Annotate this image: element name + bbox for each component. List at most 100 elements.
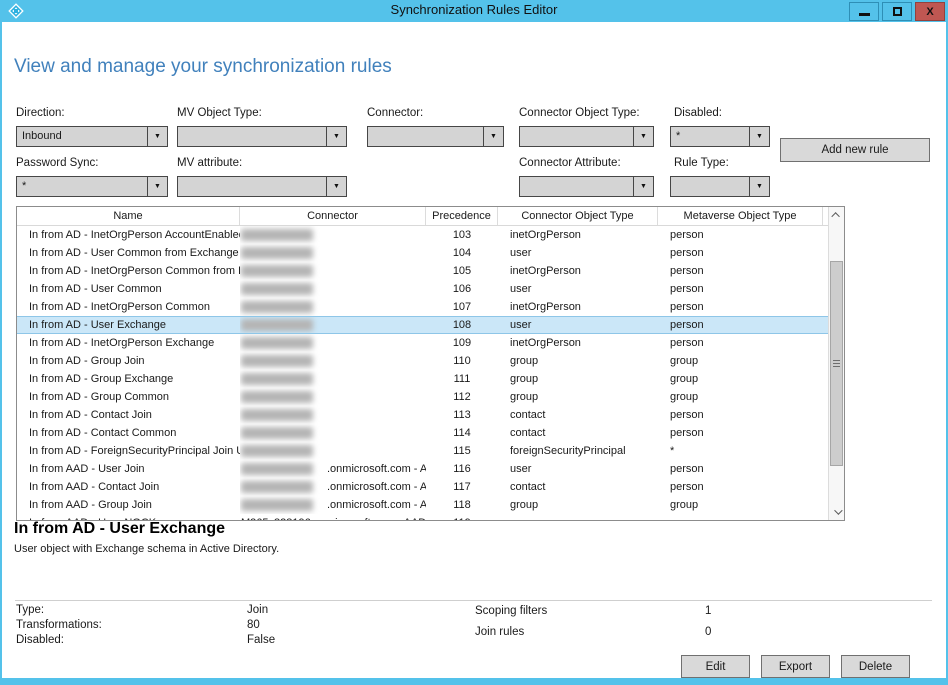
table-row[interactable]: In from AD - InetOrgPerson AccountEnable… [17, 226, 828, 244]
connector-cell: .onmicrosoft.com - AAD [240, 460, 426, 478]
connector-object-type-dropdown-button[interactable]: ▼ [633, 127, 653, 146]
rule-name-cell: In from AD - Group Exchange [17, 370, 240, 388]
mv-object-type-dropdown[interactable]: ▼ [177, 126, 347, 147]
connector-value [368, 127, 483, 146]
export-button[interactable]: Export [761, 655, 830, 678]
password-sync-dropdown-button[interactable]: ▼ [147, 177, 167, 196]
maximize-button[interactable] [882, 2, 912, 21]
chevron-down-icon: ▼ [154, 133, 161, 140]
rule-type-label: Rule Type: [674, 157, 729, 169]
vertical-scrollbar[interactable] [828, 207, 844, 520]
connector-text: .onmicrosoft.com - AAD [327, 499, 426, 511]
mv-object-type-dropdown-button[interactable]: ▼ [326, 127, 346, 146]
join-rules-value: 0 [705, 626, 711, 638]
scrollbar-thumb[interactable] [830, 261, 843, 466]
connector-object-type-cell: contact [498, 478, 658, 496]
mv-attribute-value [178, 177, 326, 196]
rule-name-cell: In from AAD - User Join [17, 460, 240, 478]
mv-object-type-value [178, 127, 326, 146]
connector-cell [240, 334, 426, 352]
table-row[interactable]: In from AD - Contact Join113contactperso… [17, 406, 828, 424]
rule-name-cell: In from AD - Group Common [17, 388, 240, 406]
metaverse-object-type-cell: person [658, 514, 823, 520]
table-row[interactable]: In from AD - Group Exchange111groupgroup [17, 370, 828, 388]
table-row[interactable]: In from AD - User Common from Exchange10… [17, 244, 828, 262]
table-row[interactable]: In from AD - InetOrgPerson Exchange109in… [17, 334, 828, 352]
chevron-up-icon [831, 212, 839, 220]
precedence-cell: 106 [426, 280, 498, 298]
add-new-rule-button[interactable]: Add new rule [780, 138, 930, 162]
table-row[interactable]: In from AAD - User Join .onmicrosoft.com … [17, 460, 828, 478]
connector-object-type-dropdown[interactable]: ▼ [519, 126, 654, 147]
precedence-cell: 116 [426, 460, 498, 478]
disabled-label: Disabled: [674, 107, 722, 119]
mv-attribute-dropdown[interactable]: ▼ [177, 176, 347, 197]
connector-object-type-cell: group [498, 388, 658, 406]
table-row[interactable]: In from AD - Group Common112groupgroup [17, 388, 828, 406]
transformations-value: 80 [247, 619, 260, 631]
selected-rule-description: User object with Exchange schema in Acti… [14, 543, 279, 555]
connector-cell [240, 388, 426, 406]
direction-dropdown[interactable]: Inbound ▼ [16, 126, 168, 147]
precedence-cell: 108 [426, 317, 498, 333]
rule-type-dropdown[interactable]: ▼ [670, 176, 770, 197]
connector-text: .onmicrosoft.com - AAD [327, 463, 426, 475]
precedence-cell: 118 [426, 496, 498, 514]
table-row[interactable]: In from AAD - Group Join.onmicrosoft.com… [17, 496, 828, 514]
connector-attribute-label: Connector Attribute: [519, 157, 621, 169]
metaverse-object-type-cell: person [658, 226, 823, 244]
redacted-connector [241, 337, 313, 349]
scrollbar-down-button[interactable] [829, 504, 844, 520]
column-header-connector-object-type[interactable]: Connector Object Type [498, 207, 658, 225]
password-sync-dropdown[interactable]: * ▼ [16, 176, 168, 197]
table-row[interactable]: In from AD - Contact Common114contactper… [17, 424, 828, 442]
connector-object-type-cell: inetOrgPerson [498, 334, 658, 352]
precedence-cell: 103 [426, 226, 498, 244]
rule-type-dropdown-button[interactable]: ▼ [749, 177, 769, 196]
metaverse-object-type-cell: person [658, 478, 823, 496]
column-header-name[interactable]: Name [17, 207, 240, 225]
chevron-down-icon: ▼ [154, 183, 161, 190]
scrollbar-grip-icon [833, 360, 840, 367]
direction-value: Inbound [17, 127, 147, 146]
table-row[interactable]: In from AD - User Common106userperson [17, 280, 828, 298]
connector-cell [240, 442, 426, 460]
direction-dropdown-button[interactable]: ▼ [147, 127, 167, 146]
table-row[interactable]: In from AD - Group Join110groupgroup [17, 352, 828, 370]
rule-name-cell: In from AD - User Common [17, 280, 240, 298]
column-header-precedence[interactable]: Precedence [426, 207, 498, 225]
column-header-metaverse-object-type[interactable]: Metaverse Object Type [658, 207, 823, 225]
connector-text: .onmicrosoft.com - AAD [327, 481, 426, 493]
table-row[interactable]: In from AD - InetOrgPerson Common from E… [17, 262, 828, 280]
scrollbar-up-button[interactable] [829, 207, 844, 223]
table-row[interactable]: In from AAD - Contact Join.onmicrosoft.c… [17, 478, 828, 496]
close-icon: X [926, 6, 933, 18]
mv-attribute-dropdown-button[interactable]: ▼ [326, 177, 346, 196]
title-bar[interactable]: Synchronization Rules Editor X [0, 0, 948, 22]
connector-dropdown-button[interactable]: ▼ [483, 127, 503, 146]
column-header-connector[interactable]: Connector [240, 207, 426, 225]
connector-object-type-cell: user [498, 244, 658, 262]
edit-button[interactable]: Edit [681, 655, 750, 678]
connector-object-type-cell: user [498, 514, 658, 520]
table-header: Name Connector Precedence Connector Obje… [17, 207, 828, 226]
precedence-cell: 119 [426, 514, 498, 520]
chevron-down-icon: ▼ [333, 133, 340, 140]
connector-attribute-dropdown[interactable]: ▼ [519, 176, 654, 197]
connector-attribute-dropdown-button[interactable]: ▼ [633, 177, 653, 196]
table-row[interactable]: In from AD - ForeignSecurityPrincipal Jo… [17, 442, 828, 460]
minimize-button[interactable] [849, 2, 879, 21]
rule-type-value [671, 177, 749, 196]
close-button[interactable]: X [915, 2, 945, 21]
connector-dropdown[interactable]: ▼ [367, 126, 504, 147]
table-row[interactable]: In from AD - User Exchange108userperson [17, 316, 828, 334]
table-row[interactable]: In from AD - InetOrgPerson Common107inet… [17, 298, 828, 316]
redacted-connector [241, 229, 313, 241]
delete-button[interactable]: Delete [841, 655, 910, 678]
disabled-dropdown-button[interactable]: ▼ [749, 127, 769, 146]
disabled-dropdown[interactable]: * ▼ [670, 126, 770, 147]
connector-cell [240, 280, 426, 298]
rule-name-cell: In from AD - Contact Common [17, 424, 240, 442]
redacted-connector [241, 319, 313, 331]
precedence-cell: 107 [426, 298, 498, 316]
